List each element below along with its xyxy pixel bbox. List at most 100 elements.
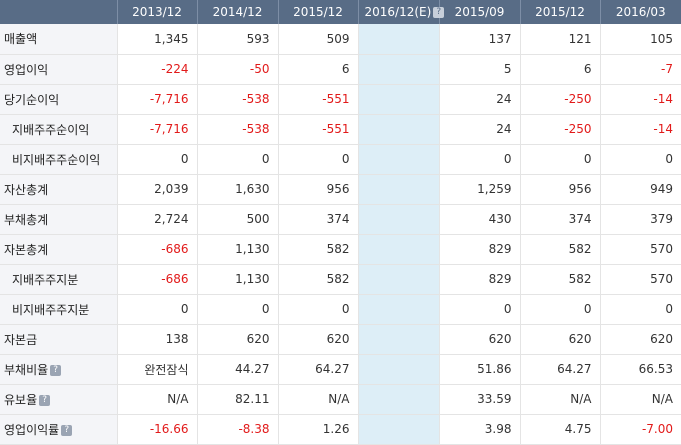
row-label: 자본금: [4, 332, 38, 347]
data-cell: -7,716: [117, 84, 198, 115]
data-cell: -538: [197, 84, 279, 115]
data-cell: N/A: [600, 384, 681, 415]
column-header-label: 2016/03: [615, 5, 666, 19]
data-cell: 0: [117, 144, 198, 175]
data-cell: -50: [197, 54, 279, 85]
data-cell: 2,724: [117, 204, 198, 235]
data-cell: 121: [520, 24, 601, 55]
help-icon[interactable]: ?: [39, 394, 51, 406]
table-row: 당기순이익 -7,716 -538 -551 24 -250 -14: [0, 84, 681, 115]
row-label: 부채비율: [4, 362, 49, 377]
data-cell: 51.86: [439, 354, 521, 385]
data-cell: 0: [278, 144, 359, 175]
table-row: 부채총계 2,724 500 374 430 374 379: [0, 204, 681, 235]
column-header: 2016/12(E)?: [358, 0, 445, 24]
data-cell: 5: [439, 54, 521, 85]
data-cell: 66.53: [600, 354, 681, 385]
data-cell: [358, 144, 440, 175]
data-cell: 24: [439, 114, 521, 145]
row-label: 영업이익률: [4, 422, 60, 437]
data-cell: [358, 54, 440, 85]
column-header: 2015/12: [278, 0, 359, 24]
help-icon[interactable]: ?: [50, 364, 62, 376]
financial-summary-table: 2013/12 2014/12 2015/12 2016/12(E)? 2015/09 2…: [0, 0, 681, 445]
data-cell: 374: [278, 204, 359, 235]
data-cell: 완전잠식: [117, 354, 198, 385]
row-label: 비지배주주순이익: [12, 152, 101, 167]
data-cell: 24: [439, 84, 521, 115]
row-label: 부채총계: [4, 212, 49, 227]
data-cell: 374: [520, 204, 601, 235]
data-cell: 620: [197, 324, 279, 355]
data-cell: 0: [197, 294, 279, 325]
data-cell: 829: [439, 234, 521, 265]
row-label-cell: 매출액: [0, 24, 118, 55]
row-label-cell: 부채총계: [0, 204, 118, 235]
data-cell: 570: [600, 234, 681, 265]
row-label-cell: 당기순이익: [0, 84, 118, 115]
data-cell: 593: [197, 24, 279, 55]
data-cell: -7: [600, 54, 681, 85]
data-cell: [358, 264, 440, 295]
data-cell: 44.27: [197, 354, 279, 385]
data-cell: 0: [520, 294, 601, 325]
data-cell: 137: [439, 24, 521, 55]
row-label: 당기순이익: [4, 92, 60, 107]
data-cell: -14: [600, 84, 681, 115]
table-row: 지배주주지분 -686 1,130 582 829 582 570: [0, 264, 681, 295]
row-label-cell: 비지배주주지분: [0, 294, 118, 325]
data-cell: -551: [278, 84, 359, 115]
data-cell: -686: [117, 234, 198, 265]
data-cell: 582: [520, 264, 601, 295]
row-label-cell: 자산총계: [0, 174, 118, 205]
data-cell: 6: [278, 54, 359, 85]
help-icon[interactable]: ?: [61, 424, 73, 436]
data-cell: 582: [278, 234, 359, 265]
column-header: 2015/12: [520, 0, 601, 24]
data-cell: 0: [439, 144, 521, 175]
column-header: 2015/09: [439, 0, 521, 24]
data-cell: 0: [600, 294, 681, 325]
table-body: 매출액 1,345 593 509 137 121 105 영업이익 -224 -50 6 5 6 -7 당…: [0, 24, 681, 445]
data-cell: 82.11: [197, 384, 279, 415]
data-cell: 2,039: [117, 174, 198, 205]
data-cell: -250: [520, 114, 601, 145]
data-cell: 430: [439, 204, 521, 235]
header-row: 2013/12 2014/12 2015/12 2016/12(E)? 2015/09 2…: [0, 0, 681, 24]
column-header: 2016/03: [600, 0, 681, 24]
column-header: 2014/12: [197, 0, 279, 24]
data-cell: 105: [600, 24, 681, 55]
table-header: 2013/12 2014/12 2015/12 2016/12(E)? 2015/09 2…: [0, 0, 681, 24]
data-cell: 1,130: [197, 234, 279, 265]
row-label-cell: 지배주주지분: [0, 264, 118, 295]
data-cell: 949: [600, 174, 681, 205]
header-corner-cell: [0, 0, 118, 24]
data-cell: 64.27: [520, 354, 601, 385]
row-label: 유보율: [4, 392, 38, 407]
column-header: 2013/12: [117, 0, 198, 24]
data-cell: 1,259: [439, 174, 521, 205]
data-cell: 956: [278, 174, 359, 205]
column-header-label: 2015/12: [293, 5, 343, 19]
data-cell: -8.38: [197, 414, 279, 445]
data-cell: 582: [278, 264, 359, 295]
table-row: 매출액 1,345 593 509 137 121 105: [0, 24, 681, 55]
data-cell: -250: [520, 84, 601, 115]
table-row: 유보율? N/A 82.11 N/A 33.59 N/A N/A: [0, 384, 681, 415]
data-cell: 1,345: [117, 24, 198, 55]
data-cell: [358, 384, 440, 415]
table-row: 영업이익 -224 -50 6 5 6 -7: [0, 54, 681, 85]
data-cell: 829: [439, 264, 521, 295]
row-label: 지배주주순이익: [12, 122, 90, 137]
row-label-cell: 비지배주주순이익: [0, 144, 118, 175]
data-cell: -551: [278, 114, 359, 145]
data-cell: [358, 114, 440, 145]
row-label: 매출액: [4, 32, 38, 47]
data-cell: [358, 174, 440, 205]
table-row: 자본총계 -686 1,130 582 829 582 570: [0, 234, 681, 265]
help-icon[interactable]: ?: [433, 7, 445, 18]
data-cell: 509: [278, 24, 359, 55]
row-label-cell: 영업이익률?: [0, 414, 118, 445]
data-cell: 0: [600, 144, 681, 175]
data-cell: 0: [520, 144, 601, 175]
